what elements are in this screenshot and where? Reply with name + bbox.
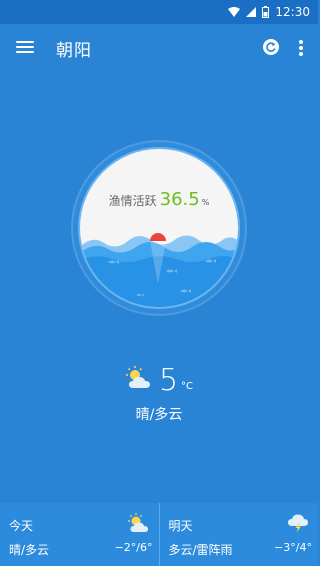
water-illustration: [80, 233, 238, 307]
current-weather: 5 °C: [0, 362, 318, 398]
temperature-unit: °C: [181, 381, 194, 392]
status-bar: 12:30: [0, 0, 318, 24]
signal-icon: [246, 7, 257, 17]
thunderstorm-icon: [286, 513, 310, 537]
fishing-activity-gauge: 渔情活跃 36.5%: [80, 149, 238, 307]
partly-sunny-icon: [125, 366, 153, 394]
current-temperature: 5: [158, 362, 179, 398]
wifi-icon: [228, 7, 241, 17]
battery-icon: [262, 6, 270, 18]
forecast-tomorrow[interactable]: 明天 多云/雷阵雨 −3°/4°: [158, 503, 319, 566]
forecast-bar: 今天 晴/多云 −2°/6° 明天 多云/雷阵雨 −3°/4°: [0, 503, 318, 566]
current-condition: 晴/多云: [135, 407, 183, 423]
forecast-day: 明天: [168, 519, 193, 533]
app-bar: 朝阳: [0, 24, 318, 72]
forecast-day: 今天: [9, 519, 34, 533]
forecast-today[interactable]: 今天 晴/多云 −2°/6°: [0, 503, 159, 566]
forecast-condition: 多云/雷阵雨: [168, 543, 233, 557]
partly-sunny-icon: [127, 513, 151, 537]
forecast-condition: 晴/多云: [9, 543, 50, 557]
more-options-icon[interactable]: [296, 38, 306, 58]
status-time: 12:30: [275, 5, 310, 19]
page-title: 朝阳: [56, 41, 92, 61]
menu-icon[interactable]: [14, 38, 36, 58]
forecast-temperature-range: −2°/6°: [114, 541, 153, 554]
forecast-temperature-range: −3°/4°: [274, 541, 312, 554]
refresh-icon[interactable]: [262, 38, 280, 56]
